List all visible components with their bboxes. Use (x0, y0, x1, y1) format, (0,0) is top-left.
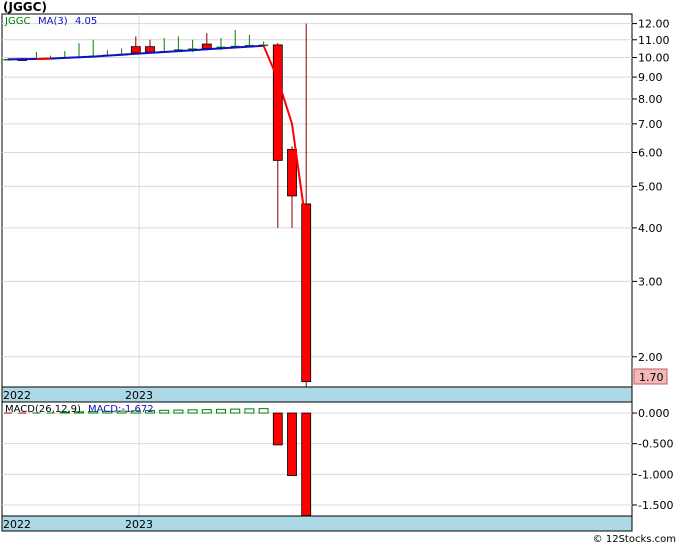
price-panel-frame (1, 13, 633, 388)
price-x-label: 2023 (125, 389, 153, 402)
price-tick-label: 2.00 (638, 351, 663, 364)
legend-ma-value: 4.05 (75, 16, 97, 27)
copyright-footer: © 12Stocks.com (592, 534, 676, 545)
macd-bar (173, 409, 184, 414)
candle-body (130, 46, 141, 54)
price-tick-label: 10.00 (638, 51, 670, 64)
macd-x-label: 2023 (125, 518, 153, 531)
macd-legend-value: MACD:-1.672 (88, 404, 154, 415)
stock-chart: 12.00 11.00 10.00 9.00 8.00 7.00 6.00 5.00 4.00 3… (1, 13, 673, 532)
price-tick-label: 3.00 (638, 275, 663, 288)
macd-bar (201, 409, 212, 414)
price-tick-label: 5.00 (638, 180, 663, 193)
macd-tick-label: -0.500 (638, 438, 673, 451)
macd-tick-label: -1.500 (638, 499, 673, 512)
candle-body (201, 43, 212, 49)
price-tick-label: 9.00 (638, 71, 663, 84)
macd-bar (244, 408, 255, 414)
price-tick-label: 6.00 (638, 146, 663, 159)
price-x-label: 2022 (3, 389, 31, 402)
macd-bar (301, 412, 312, 516)
price-tick-label: 12.00 (638, 18, 670, 31)
candle-body (145, 46, 155, 53)
macd-bar (159, 409, 170, 414)
legend-ma-label: MA(3) (38, 16, 68, 27)
macd-x-label: 2022 (3, 518, 31, 531)
macd-date-axis (1, 515, 633, 532)
macd-panel-frame (1, 401, 633, 517)
candle-body (301, 203, 312, 383)
price-tick-label: 11.00 (638, 34, 670, 47)
candle-body (287, 149, 297, 197)
price-date-axis (1, 386, 633, 403)
candle-body (272, 44, 283, 161)
price-tick-label: 8.00 (638, 93, 663, 106)
price-tick-label: 4.00 (638, 222, 663, 235)
macd-bar (216, 408, 226, 414)
macd-bar (258, 408, 269, 414)
macd-legend-label: MACD(26,12,9) (5, 404, 81, 415)
macd-bar (272, 412, 283, 446)
macd-bar (230, 408, 241, 414)
macd-tick-label: -1.000 (638, 468, 673, 481)
macd-bar (187, 409, 198, 414)
last-price-label: 1.70 (639, 371, 664, 384)
legend-ticker: JGGC (4, 16, 30, 27)
macd-bar (287, 412, 297, 476)
macd-tick-label: 0.000 (638, 407, 670, 420)
price-tick-label: 7.00 (638, 118, 663, 131)
